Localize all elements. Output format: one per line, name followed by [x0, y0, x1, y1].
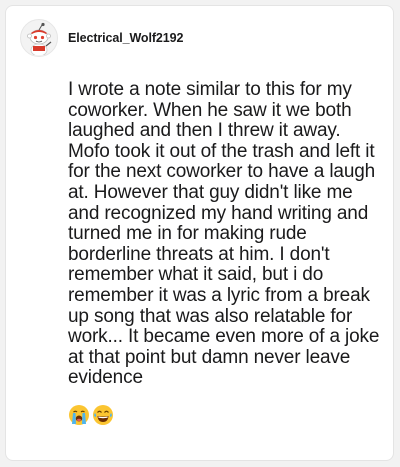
username[interactable]: Electrical_Wolf2192: [68, 31, 183, 45]
comment-header: Electrical_Wolf2192: [20, 18, 183, 58]
comment-body: I wrote a note similar to this for my co…: [68, 79, 380, 389]
emoji-row: [68, 404, 114, 426]
face-with-tears-of-joy-icon: [93, 405, 113, 425]
avatar[interactable]: [20, 19, 58, 57]
loudly-crying-face-icon: [69, 405, 89, 425]
snoo-avatar-icon: [27, 22, 52, 55]
comment-card: Electrical_Wolf2192 I wrote a note simil…: [5, 5, 394, 461]
